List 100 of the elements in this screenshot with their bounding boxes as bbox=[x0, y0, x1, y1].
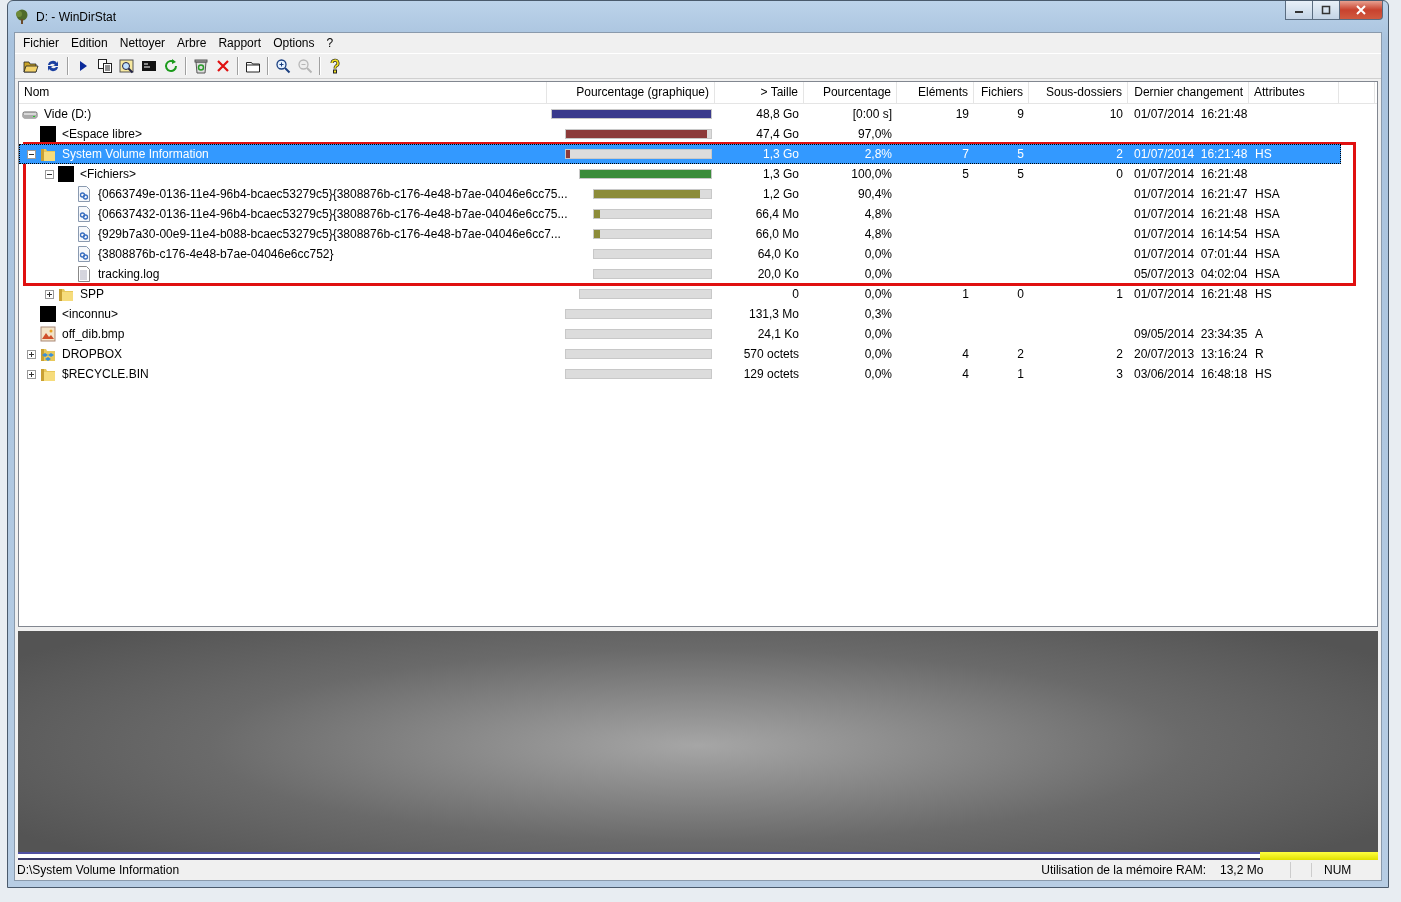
item-name: {3808876b-c176-4e48-b7ae-04046e6cc752} bbox=[98, 247, 334, 261]
percent-cell: 4,8% bbox=[864, 207, 892, 221]
attributes-cell: HS bbox=[1255, 147, 1272, 161]
tree-row[interactable]: {0663749e-0136-11e4-96b4-bcaec53279c5}{3808876b-c176-4e48-b7ae-04046e6cc75... 1,2 Go 90,4% 01/07/2014 16:21:47 HSA bbox=[19, 184, 1377, 204]
date-cell: 01/07/2014 16:21:48 bbox=[1134, 147, 1248, 161]
attributes-cell: HSA bbox=[1255, 207, 1280, 221]
sync-arrows-icon bbox=[45, 58, 61, 74]
column-header[interactable]: Nom bbox=[19, 82, 547, 103]
column-header[interactable]: > Taille bbox=[715, 82, 804, 103]
items-cell: 19 bbox=[955, 107, 969, 121]
size-cell: 1,3 Go bbox=[762, 147, 799, 161]
attributes-cell: HSA bbox=[1255, 247, 1280, 261]
item-name: $RECYCLE.BIN bbox=[62, 367, 149, 381]
num-lock-indicator: NUM bbox=[1311, 863, 1381, 877]
expand-toggle[interactable] bbox=[45, 289, 54, 299]
size-cell: 64,0 Ko bbox=[757, 247, 799, 261]
collapse-toggle[interactable] bbox=[45, 169, 54, 179]
tree-row[interactable]: <inconnu> 131,3 Mo 0,3% bbox=[19, 304, 1377, 324]
menu-item[interactable]: Nettoyer bbox=[113, 36, 172, 50]
attributes-cell: HSA bbox=[1255, 227, 1280, 241]
tree-icon bbox=[14, 8, 30, 25]
tree-row[interactable]: {3808876b-c176-4e48-b7ae-04046e6cc752} 64,0 Ko 0,0% 01/07/2014 07:01:44 HSA bbox=[19, 244, 1377, 264]
open-folder-icon bbox=[23, 58, 39, 74]
size-cell: 570 octets bbox=[743, 347, 799, 361]
expand-toggle[interactable] bbox=[27, 369, 36, 379]
column-header[interactable]: Pourcentage bbox=[804, 82, 897, 103]
refresh-icon bbox=[163, 58, 179, 74]
item-name: Vide (D:) bbox=[44, 107, 92, 121]
item-name: {929b7a30-00e9-11e4-b088-bcaec53279c5}{3808876b-c176-4e48-b7ae-04046e6cc7... bbox=[98, 227, 561, 241]
subdirs-cell: 1 bbox=[1116, 287, 1123, 301]
percent-cell: 0,0% bbox=[864, 287, 892, 301]
recycle-bin-icon bbox=[193, 58, 209, 74]
copy-icon bbox=[97, 58, 113, 74]
folder-icon bbox=[40, 366, 56, 382]
collapse-toggle[interactable] bbox=[27, 149, 36, 159]
date-cell: 01/07/2014 07:01:44 bbox=[1134, 247, 1248, 261]
size-cell: 24,1 Ko bbox=[757, 327, 799, 341]
folder-icon bbox=[58, 286, 74, 302]
column-header[interactable]: Sous-dossiers bbox=[1029, 82, 1128, 103]
item-name: {06637432-0136-11e4-96b4-bcaec53279c5}{3808876b-c176-4e48-b7ae-04046e6cc75... bbox=[98, 207, 568, 221]
expand-toggle[interactable] bbox=[27, 349, 36, 359]
text-file-icon bbox=[76, 266, 92, 282]
size-cell: 1,2 Go bbox=[762, 187, 799, 201]
square-icon bbox=[40, 306, 56, 322]
tree-row[interactable]: DROPBOX 570 octets 0,0% 4 2 2 20/07/2013 13:16:24 R bbox=[19, 344, 1377, 364]
maximize-button[interactable] bbox=[1313, 1, 1340, 20]
column-header[interactable]: Pourcentage (graphique) bbox=[547, 82, 715, 103]
tree-row[interactable]: Vide (D:) 48,8 Go [0:00 s] 19 9 10 01/07/2014 16:21:48 bbox=[19, 104, 1377, 124]
menu-item[interactable]: Fichier bbox=[17, 36, 65, 50]
maximize-icon bbox=[1321, 5, 1331, 15]
menu-item[interactable]: Edition bbox=[65, 36, 114, 50]
tree-row[interactable]: SPP 0 0,0% 1 0 1 01/07/2014 16:21:48 HS bbox=[19, 284, 1377, 304]
shortcut-file-icon bbox=[76, 206, 92, 222]
subdirs-cell: 2 bbox=[1116, 147, 1123, 161]
attributes-cell: A bbox=[1255, 327, 1263, 341]
tree-row[interactable]: {929b7a30-00e9-11e4-b088-bcaec53279c5}{3808876b-c176-4e48-b7ae-04046e6cc7... 66,0 Mo 4,8% 01/07/2014 16:14:54 HSA bbox=[19, 224, 1377, 244]
minimize-button[interactable] bbox=[1285, 1, 1313, 20]
tree-row[interactable]: <Espace libre> 47,4 Go 97,0% bbox=[19, 124, 1377, 144]
size-cell: 0 bbox=[792, 287, 799, 301]
tree-row[interactable]: <Fichiers> 1,3 Go 100,0% 5 5 0 01/07/2014 16:21:48 bbox=[19, 164, 1377, 184]
item-name: <inconnu> bbox=[62, 307, 119, 321]
square-icon bbox=[40, 126, 56, 142]
size-cell: 129 octets bbox=[743, 367, 799, 381]
attributes-cell: HSA bbox=[1255, 187, 1280, 201]
menu-item[interactable]: ? bbox=[320, 36, 340, 50]
tree-row[interactable]: {06637432-0136-11e4-96b4-bcaec53279c5}{3808876b-c176-4e48-b7ae-04046e6cc75... 66,4 Mo 4,8% 01/07/2014 16:21:48 HSA bbox=[19, 204, 1377, 224]
item-name: <Fichiers> bbox=[80, 167, 137, 181]
column-header[interactable]: Attributes bbox=[1249, 82, 1339, 103]
menu-item[interactable]: Rapport bbox=[212, 36, 268, 50]
menu-item[interactable]: Options bbox=[267, 36, 321, 50]
date-cell: 09/05/2014 23:34:35 bbox=[1134, 327, 1248, 341]
size-cell: 66,0 Mo bbox=[755, 227, 799, 241]
percent-cell: 90,4% bbox=[857, 187, 892, 201]
attributes-cell: HS bbox=[1255, 287, 1272, 301]
delete-x-icon bbox=[215, 58, 231, 74]
tree-row[interactable]: $RECYCLE.BIN 129 octets 0,0% 4 1 3 03/06/2014 16:48:18 HS bbox=[19, 364, 1377, 384]
item-name: off_dib.bmp bbox=[62, 327, 125, 341]
console-icon bbox=[141, 58, 157, 74]
items-cell: 7 bbox=[962, 147, 969, 161]
items-cell: 4 bbox=[962, 347, 969, 361]
files-cell: 0 bbox=[1017, 287, 1024, 301]
column-header[interactable]: Dernier changement bbox=[1128, 82, 1249, 103]
close-button[interactable] bbox=[1340, 1, 1383, 20]
date-cell: 01/07/2014 16:14:54 bbox=[1134, 227, 1248, 241]
shortcut-file-icon bbox=[76, 246, 92, 262]
menu-item[interactable]: Arbre bbox=[171, 36, 213, 50]
column-header[interactable]: Fichiers bbox=[974, 82, 1029, 103]
subdirs-cell: 3 bbox=[1116, 367, 1123, 381]
files-cell: 5 bbox=[1017, 147, 1024, 161]
tree-row[interactable]: tracking.log 20,0 Ko 0,0% 05/07/2013 04:02:04 HSA bbox=[19, 264, 1377, 284]
date-cell: 01/07/2014 16:21:48 bbox=[1134, 167, 1248, 181]
date-cell: 01/07/2014 16:21:47 bbox=[1134, 187, 1248, 201]
tree-row[interactable]: off_dib.bmp 24,1 Ko 0,0% 09/05/2014 23:34:35 A bbox=[19, 324, 1377, 344]
percent-cell: 0,0% bbox=[864, 367, 892, 381]
percent-cell: 2,8% bbox=[864, 147, 892, 161]
column-header[interactable]: Eléments bbox=[897, 82, 974, 103]
item-name: System Volume Information bbox=[62, 147, 209, 161]
files-cell: 1 bbox=[1017, 367, 1024, 381]
percent-cell: 0,0% bbox=[864, 347, 892, 361]
subdirs-cell: 2 bbox=[1116, 347, 1123, 361]
